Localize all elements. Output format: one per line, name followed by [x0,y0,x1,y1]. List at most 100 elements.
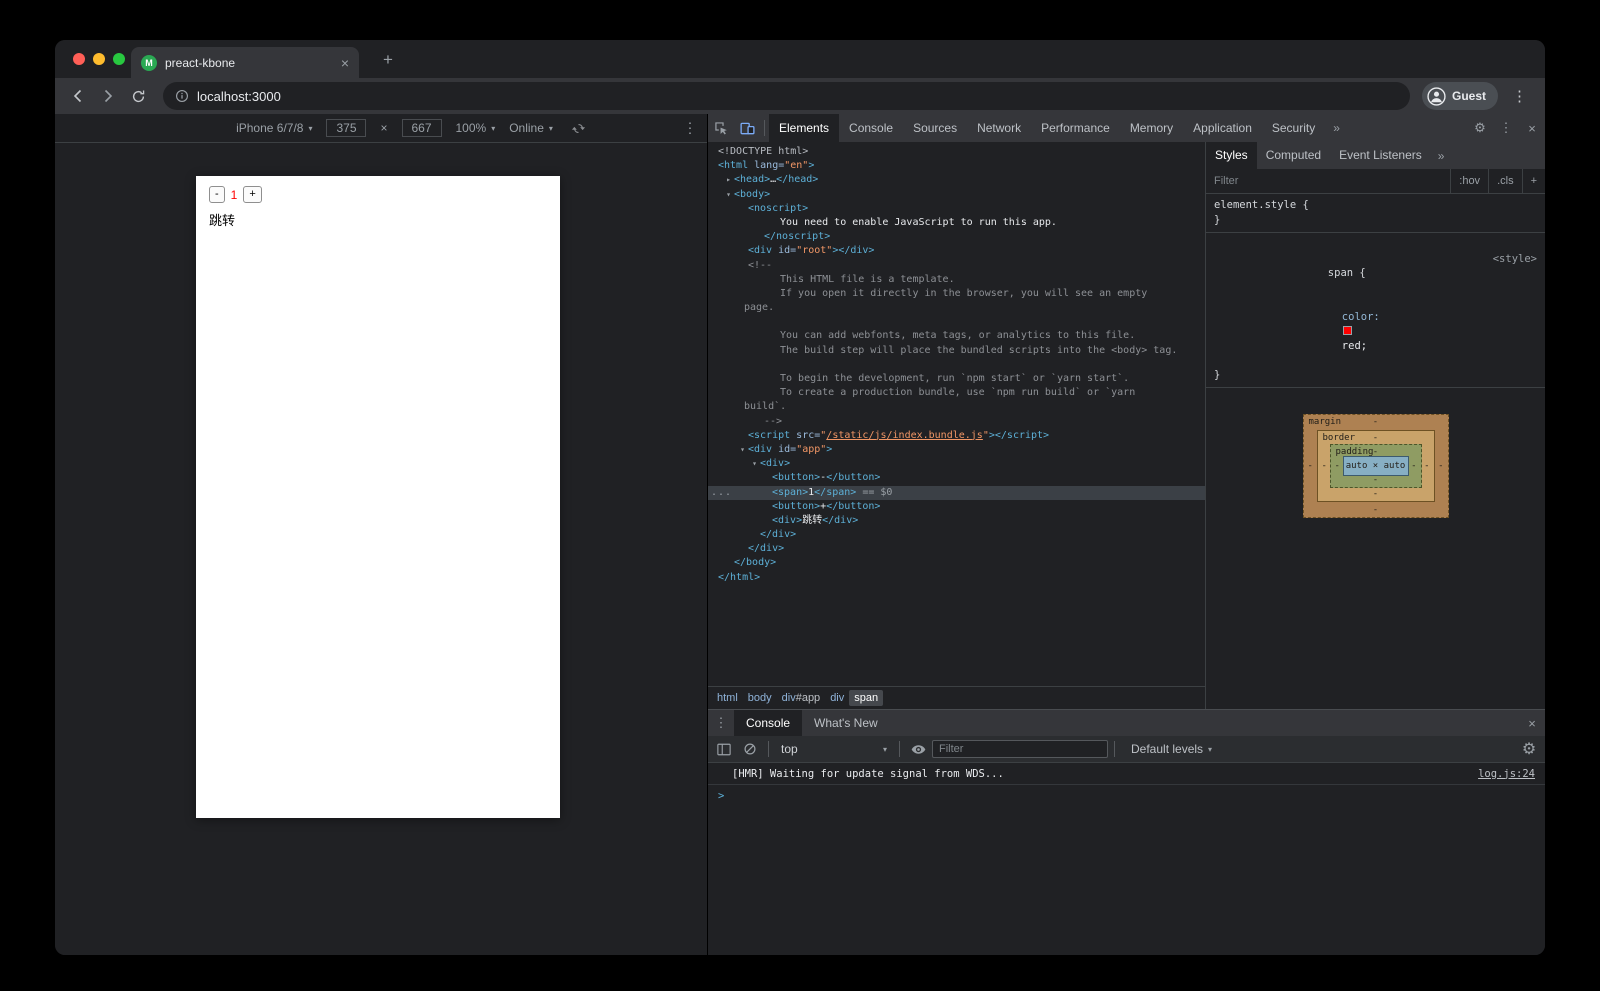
tab-performance[interactable]: Performance [1031,114,1120,142]
devtools-menu-icon[interactable]: ⋮ [1493,114,1519,142]
dom-tree-line[interactable] [708,315,1205,329]
breadcrumb-item[interactable]: span [849,690,883,706]
device-width-input[interactable] [326,119,366,137]
dom-tree-line[interactable] [708,358,1205,372]
console-settings-icon[interactable]: ⚙ [1517,736,1541,762]
styles-filter-input[interactable] [1206,175,1450,187]
breadcrumb-item[interactable]: div [825,690,849,706]
devtools-close-icon[interactable]: × [1519,114,1545,142]
minimize-window-button[interactable] [93,53,105,65]
dom-tree-line[interactable]: <script src="/static/js/index.bundle.js"… [708,429,1205,443]
new-style-rule-button[interactable]: + [1522,169,1545,194]
css-property-name[interactable]: color: [1342,311,1380,323]
color-swatch[interactable] [1343,326,1352,335]
console-levels-select[interactable]: Default levels ▾ [1121,742,1222,756]
dom-tree-line[interactable]: page. [708,301,1205,315]
tab-console-drawer[interactable]: Console [734,710,802,736]
disclosure-arrow-icon[interactable]: ▾ [749,457,760,471]
dom-tree-line[interactable]: </div> [708,528,1205,542]
element-class-toggle[interactable]: .cls [1488,169,1522,194]
dom-tree-line[interactable]: The build step will place the bundled sc… [708,344,1205,358]
tab-console[interactable]: Console [839,114,903,142]
breadcrumb-item[interactable]: html [712,690,743,706]
disclosure-arrow-icon[interactable]: ▾ [723,188,734,202]
device-toolbar-menu-icon[interactable]: ⋮ [683,120,697,137]
zoom-select[interactable]: 100% ▾ [456,121,496,135]
tab-memory[interactable]: Memory [1120,114,1183,142]
dom-tree-line[interactable]: </div> [708,542,1205,556]
box-model-content[interactable]: auto × auto [1343,456,1409,476]
tab-security[interactable]: Security [1262,114,1325,142]
decrement-button[interactable]: - [209,186,225,203]
eye-icon[interactable] [906,736,930,762]
tab-close-icon[interactable]: × [341,55,349,71]
disclosure-arrow-icon[interactable]: ▾ [737,443,748,457]
dom-tree-line[interactable]: <html lang="en"> [708,159,1205,173]
device-toolbar-toggle-icon[interactable] [734,114,760,142]
disclosure-arrow-icon[interactable]: ▸ [723,173,734,187]
dom-tree-line[interactable]: <!-- [708,259,1205,273]
rule-source-link[interactable]: <style> [1493,252,1537,267]
tab-application[interactable]: Application [1183,114,1262,142]
dom-tree-line[interactable]: </html> [708,571,1205,585]
dom-tree-line[interactable]: <div>跳转</div> [708,514,1205,528]
network-throttle-select[interactable]: Online ▾ [509,121,553,135]
more-panels-icon[interactable]: » [1325,121,1348,135]
profile-chip[interactable]: Guest [1422,82,1498,110]
dom-tree-line[interactable]: build`. [708,400,1205,414]
close-window-button[interactable] [73,53,85,65]
maximize-window-button[interactable] [113,53,125,65]
back-icon[interactable] [65,83,91,109]
dom-tree-line[interactable]: To begin the development, run `npm start… [708,372,1205,386]
dom-tree-line[interactable]: ...<span>1</span> == $0 [708,486,1205,500]
tab-network[interactable]: Network [967,114,1031,142]
box-model-border[interactable]: border - - - - padding - - [1317,430,1435,502]
dom-tree-line[interactable]: ▾<div> [708,457,1205,471]
dom-tree-line[interactable]: If you open it directly in the browser, … [708,287,1205,301]
dom-tree-line[interactable]: <noscript> [708,202,1205,216]
dom-tree-line[interactable]: </body> [708,556,1205,570]
url-bar[interactable]: localhost:3000 [163,82,1410,110]
new-tab-button[interactable]: + [375,48,401,72]
dom-tree-line[interactable]: <button>+</button> [708,500,1205,514]
increment-button[interactable]: + [243,186,261,203]
tab-whats-new[interactable]: What's New [802,710,890,736]
console-filter-input[interactable] [932,740,1108,758]
rotate-icon[interactable] [571,121,586,136]
dom-tree-line[interactable]: ▾<div id="app"> [708,443,1205,457]
tab-styles[interactable]: Styles [1206,142,1257,169]
console-context-select[interactable]: top ▾ [775,742,893,756]
dom-tree-line[interactable]: --> [708,415,1205,429]
dom-tree-line[interactable]: <!DOCTYPE html> [708,145,1205,159]
tab-sources[interactable]: Sources [903,114,967,142]
dom-tree-line[interactable]: To create a production bundle, use `npm … [708,386,1205,400]
info-icon[interactable] [175,89,189,103]
dom-tree-line[interactable]: This HTML file is a template. [708,273,1205,287]
tab-event-listeners[interactable]: Event Listeners [1330,142,1431,169]
dom-tree-line[interactable]: You can add webfonts, meta tags, or anal… [708,329,1205,343]
dom-tree-line[interactable]: ▸<head>…</head> [708,173,1205,187]
box-model-margin[interactable]: margin - - - - border - - - [1303,414,1449,518]
console-log-source-link[interactable]: log.js:24 [1478,768,1535,780]
dom-tree-line[interactable]: You need to enable JavaScript to run thi… [708,216,1205,230]
drawer-menu-icon[interactable]: ⋮ [708,710,734,736]
css-property-value[interactable]: red; [1342,340,1367,352]
breadcrumb-item[interactable]: body [743,690,777,706]
browser-tab[interactable]: M preact-kbone × [131,47,359,78]
reload-icon[interactable] [125,83,151,109]
drawer-close-icon[interactable]: × [1519,710,1545,736]
dom-tree-line[interactable]: <div id="root"></div> [708,244,1205,258]
device-height-input[interactable] [402,119,442,137]
breadcrumb-item[interactable]: div#app [777,690,826,706]
span-style-rule[interactable]: <style> span { color: red; } [1206,233,1545,388]
dom-tree-line[interactable]: <button>-</button> [708,471,1205,485]
tab-computed[interactable]: Computed [1257,142,1330,169]
console-prompt[interactable]: > [708,785,1545,802]
forward-icon[interactable] [95,83,121,109]
box-model-padding[interactable]: padding - - - - auto × auto [1330,444,1422,488]
console-sidebar-icon[interactable] [712,736,736,762]
dom-tree-line[interactable]: ▾<body> [708,188,1205,202]
pseudo-class-toggle[interactable]: :hov [1450,169,1488,194]
tab-elements[interactable]: Elements [769,114,839,142]
styles-more-tabs-icon[interactable]: » [1431,149,1452,163]
